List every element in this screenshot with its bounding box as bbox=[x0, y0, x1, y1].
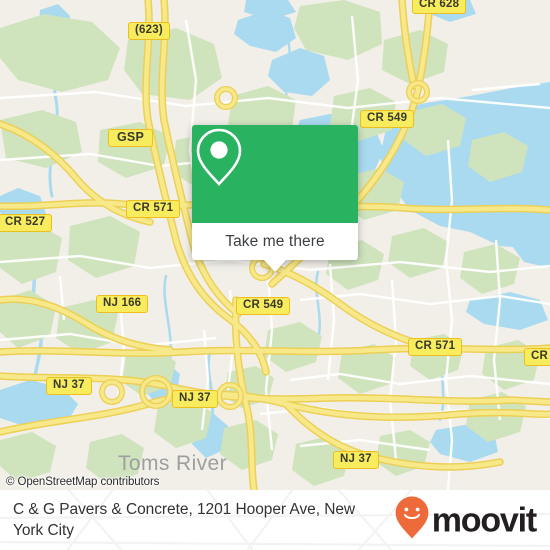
road-shield: CR 571 bbox=[408, 338, 463, 356]
popup-tail-pointer bbox=[264, 260, 286, 272]
footer-bar: C & G Pavers & Concrete, 1201 Hooper Ave… bbox=[0, 490, 550, 550]
map-canvas[interactable]: Toms River CR 628 (623) CR 549 GSP CR 571 CR … bbox=[0, 0, 550, 490]
screenshot-root: Toms River CR 628 (623) CR 549 GSP CR 571 CR … bbox=[0, 0, 550, 550]
road-shield: CR 5 bbox=[524, 348, 550, 366]
moovit-pin-smile-icon bbox=[394, 496, 430, 545]
road-shield: CR 549 bbox=[360, 110, 415, 128]
road-shield: CR 628 bbox=[412, 0, 467, 14]
take-me-there-button[interactable]: Take me there bbox=[192, 223, 358, 260]
popup-header bbox=[192, 125, 358, 223]
map-attribution: © OpenStreetMap contributors bbox=[6, 476, 160, 488]
place-title: C & G Pavers & Concrete, 1201 Hooper Ave… bbox=[13, 501, 356, 539]
road-shield: (623) bbox=[128, 22, 170, 40]
moovit-wordmark: moovit bbox=[431, 501, 537, 539]
road-shield: CR 527 bbox=[0, 214, 53, 232]
road-shield: CR 571 bbox=[126, 200, 181, 218]
road-shield: NJ 37 bbox=[172, 390, 218, 408]
city-label-toms-river: Toms River bbox=[118, 452, 228, 475]
location-popup-card[interactable]: Take me there bbox=[192, 125, 358, 272]
moovit-logo[interactable]: moovit bbox=[394, 496, 537, 545]
take-me-there-label: Take me there bbox=[225, 232, 325, 250]
road-shield: CR 549 bbox=[236, 297, 291, 315]
road-shield: GSP bbox=[108, 129, 153, 147]
road-shield: NJ 37 bbox=[333, 451, 379, 469]
road-shield: NJ 37 bbox=[46, 377, 92, 395]
road-shield: NJ 166 bbox=[96, 295, 149, 313]
